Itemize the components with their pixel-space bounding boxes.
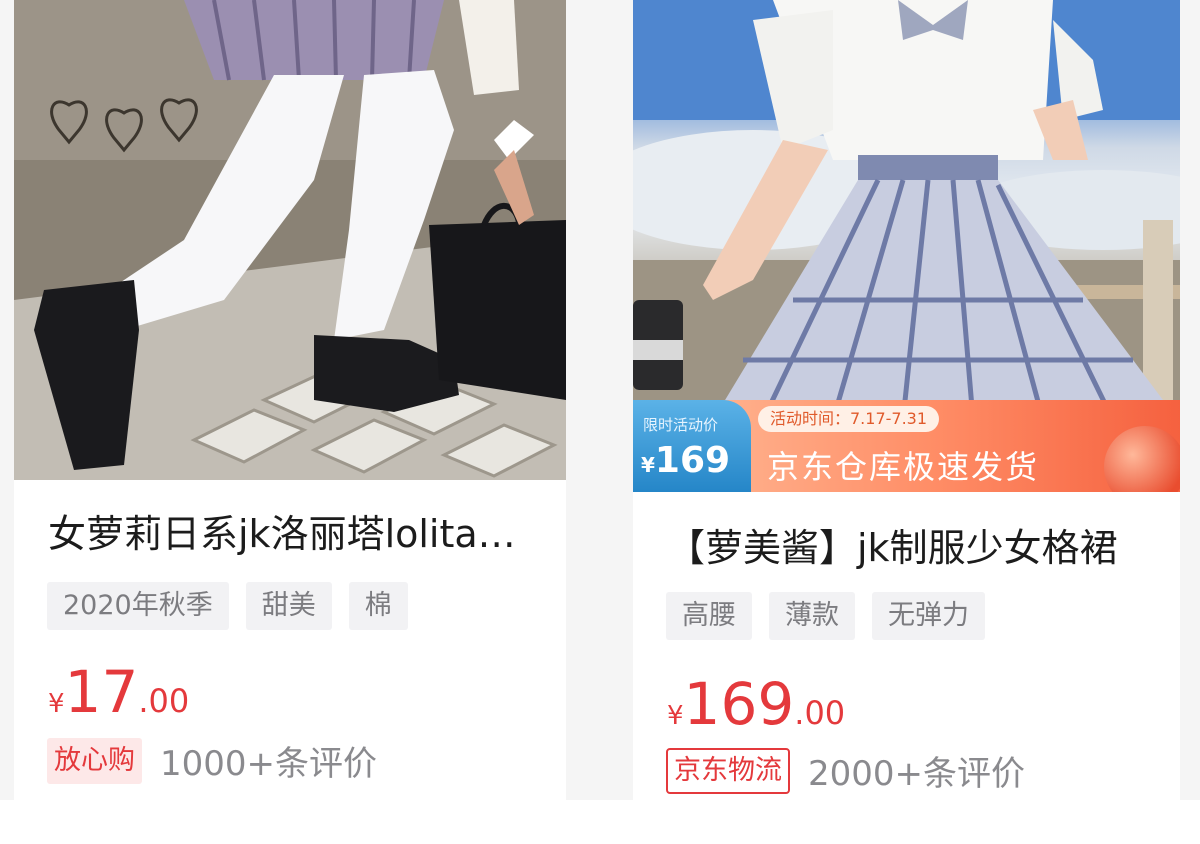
price-integer: 17 (64, 658, 139, 726)
promo-price-value: 169 (654, 440, 731, 481)
product-title[interactable]: 【萝美酱】jk制服少女格裙 (667, 522, 1146, 574)
product-meta: 京东物流 2000+条评价 (666, 746, 1025, 795)
product-tag: 高腰 (666, 592, 752, 640)
product-tag: 2020年秋季 (47, 582, 229, 630)
promo-label: 限时活动价 (643, 416, 719, 434)
service-badge: 放心购 (47, 737, 142, 784)
review-count[interactable]: 2000+条评价 (808, 746, 1025, 795)
promo-banner[interactable]: 限时活动价 ¥169 活动时间：7.17-7.31 京东仓库极速发货 (633, 400, 1180, 492)
promo-time: 活动时间：7.17-7.31 (758, 406, 940, 432)
logistics-badge: 京东物流 (666, 747, 790, 794)
price-decimal: .00 (138, 682, 190, 720)
product-tag: 薄款 (769, 592, 855, 640)
promo-slogan: 京东仓库极速发货 (767, 448, 1040, 486)
product-price: ¥17.00 (48, 658, 189, 726)
product-card[interactable]: 女萝莉日系jk洛丽塔lolita白丝袜 2020年秋季 甜美 棉 ¥17.00 … (14, 0, 566, 800)
product-tags: 2020年秋季 甜美 棉 (47, 582, 408, 630)
promo-price-currency: ¥ (641, 453, 655, 477)
product-tag: 甜美 (245, 582, 332, 630)
product-tag: 棉 (348, 582, 408, 630)
product-title[interactable]: 女萝莉日系jk洛丽塔lolita白丝袜 (48, 508, 532, 560)
page-bottom-area (0, 800, 1200, 844)
promo-price: ¥169 (641, 440, 730, 481)
promo-price-box: 限时活动价 ¥169 (633, 400, 751, 492)
price-currency: ¥ (48, 689, 65, 719)
product-tags: 高腰 薄款 无弹力 (666, 592, 985, 640)
product-meta: 放心购 1000+条评价 (47, 736, 377, 785)
price-currency: ¥ (667, 701, 684, 731)
product-image[interactable] (14, 0, 566, 480)
price-integer: 169 (683, 670, 795, 738)
review-count[interactable]: 1000+条评价 (160, 736, 377, 785)
product-card[interactable]: 限时活动价 ¥169 活动时间：7.17-7.31 京东仓库极速发货 【萝美酱】… (633, 0, 1180, 800)
product-tag: 无弹力 (872, 592, 985, 640)
price-decimal: .00 (794, 694, 846, 732)
product-price: ¥169.00 (667, 670, 845, 738)
product-image[interactable]: 限时活动价 ¥169 活动时间：7.17-7.31 京东仓库极速发货 (633, 0, 1180, 492)
